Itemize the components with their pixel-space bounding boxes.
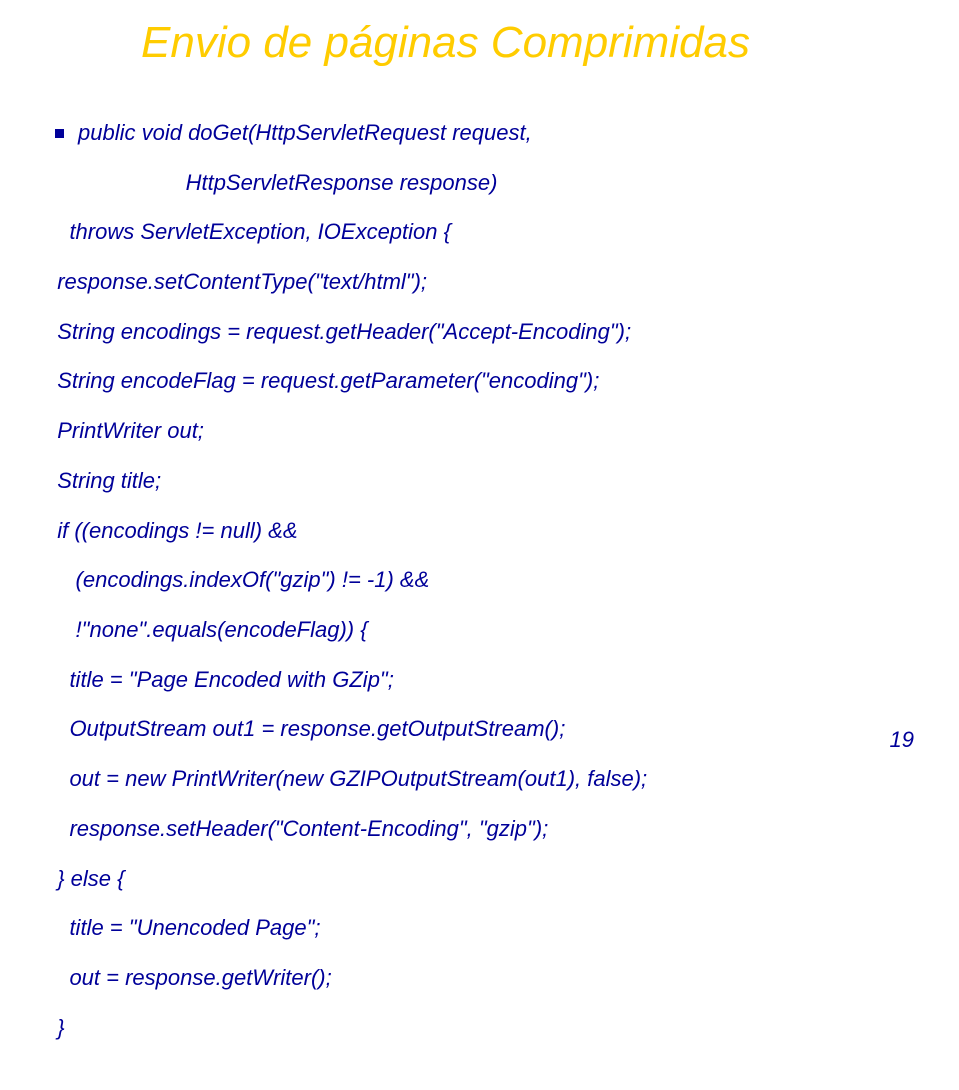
slide: Envio de páginas Comprimidas public void… — [0, 0, 959, 775]
code-line: public void doGet(HttpServletRequest req… — [45, 121, 914, 146]
page-number: 19 — [890, 727, 914, 753]
code-line: out = response.getWriter(); — [45, 966, 914, 991]
code-line: PrintWriter out; — [45, 419, 914, 444]
code-block: public void doGet(HttpServletRequest req… — [45, 96, 914, 1090]
code-text: public void doGet(HttpServletRequest req… — [78, 121, 532, 146]
code-line: out = new PrintWriter(new GZIPOutputStre… — [45, 767, 914, 792]
code-line: OutputStream out1 = response.getOutputSt… — [45, 717, 914, 742]
bullet-icon — [55, 129, 64, 138]
code-line: String encodeFlag = request.getParameter… — [45, 369, 914, 394]
code-line: !"none".equals(encodeFlag)) { — [45, 618, 914, 643]
code-line: title = "Page Encoded with GZip"; — [45, 668, 914, 693]
code-line: title = "Unencoded Page"; — [45, 916, 914, 941]
code-line: if ((encodings != null) && — [45, 519, 914, 544]
code-line: response.setHeader("Content-Encoding", "… — [45, 817, 914, 842]
code-line: throws ServletException, IOException { — [45, 220, 914, 245]
code-line: } — [45, 1016, 914, 1041]
slide-title: Envio de páginas Comprimidas — [141, 18, 914, 68]
code-line: String encodings = request.getHeader("Ac… — [45, 320, 914, 345]
code-line: response.setContentType("text/html"); — [45, 270, 914, 295]
code-line: HttpServletResponse response) — [45, 171, 914, 196]
code-line: (encodings.indexOf("gzip") != -1) && — [45, 568, 914, 593]
code-line: String title; — [45, 469, 914, 494]
code-line: } else { — [45, 867, 914, 892]
